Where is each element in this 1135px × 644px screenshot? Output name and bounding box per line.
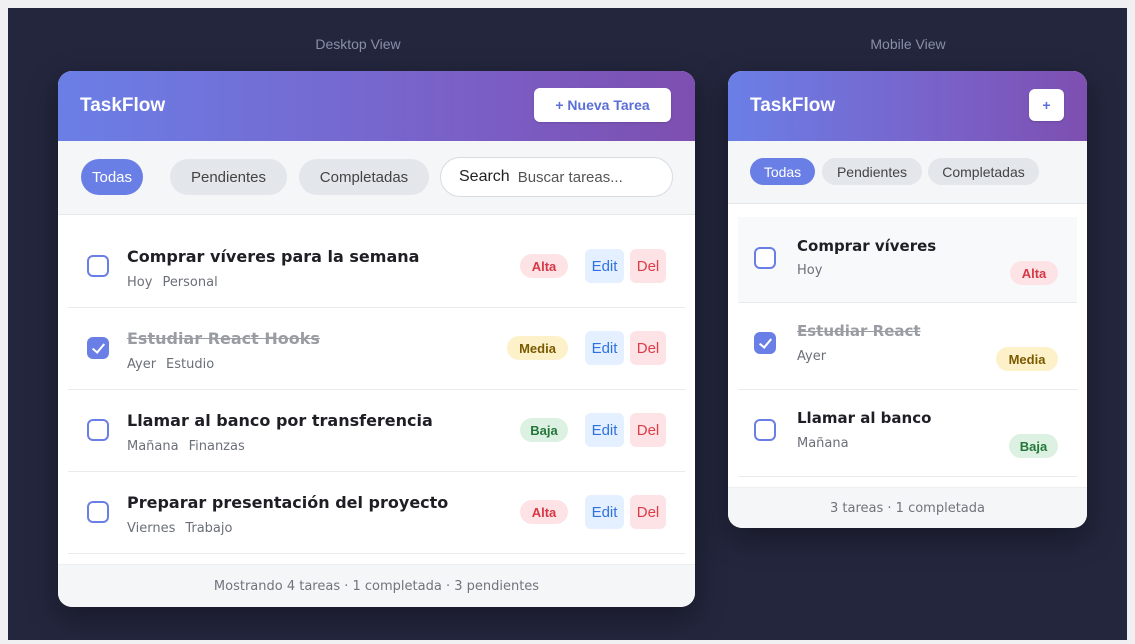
priority-badge: Baja: [520, 418, 568, 442]
task-date: Hoy: [127, 275, 153, 290]
task-meta: Ayer Estudio: [127, 357, 214, 372]
task-category: Personal: [162, 275, 218, 290]
task-title: Comprar víveres: [797, 237, 937, 255]
app-title: TaskFlow: [750, 95, 836, 116]
task-date: Mañana: [797, 436, 849, 451]
task-title: Estudiar React Hooks: [127, 329, 320, 348]
delete-button[interactable]: Del: [630, 495, 666, 529]
task-meta: Hoy Personal: [127, 275, 218, 290]
edit-button[interactable]: Edit: [585, 331, 624, 365]
task-checkbox[interactable]: [754, 419, 776, 441]
task-date: Hoy: [797, 263, 823, 278]
mobile-header: TaskFlow +: [728, 71, 1087, 141]
search-field: Search: [440, 157, 673, 197]
search-label: Search: [459, 168, 510, 185]
mobile-app-card: TaskFlow + Todas Pendientes Completadas …: [728, 71, 1087, 528]
filter-completadas[interactable]: Completadas: [928, 158, 1039, 185]
delete-button[interactable]: Del: [630, 249, 666, 283]
edit-button[interactable]: Edit: [585, 413, 624, 447]
task-checkbox[interactable]: [754, 247, 776, 269]
task-row: Llamar al banco por transferencia Mañana…: [68, 389, 685, 472]
priority-badge: Baja: [1009, 434, 1058, 458]
app-title: TaskFlow: [80, 95, 166, 116]
new-task-button[interactable]: +: [1029, 89, 1064, 121]
task-meta: Mañana Finanzas: [127, 439, 245, 454]
filter-pendientes[interactable]: Pendientes: [822, 158, 922, 185]
task-title: Estudiar React: [797, 322, 921, 340]
task-date: Ayer: [797, 349, 827, 364]
task-checkbox[interactable]: [754, 332, 776, 354]
delete-button[interactable]: Del: [630, 413, 666, 447]
preview-stage: Desktop View Mobile View TaskFlow + Nuev…: [8, 8, 1127, 640]
filter-pendientes[interactable]: Pendientes: [170, 159, 287, 195]
filter-bar: Todas Pendientes Completadas Search: [58, 141, 695, 215]
task-title: Comprar víveres para la semana: [127, 247, 420, 266]
mobile-footer-summary: 3 tareas · 1 completada: [728, 487, 1087, 528]
task-title: Preparar presentación del proyecto: [127, 493, 449, 512]
filter-completadas[interactable]: Completadas: [299, 159, 429, 195]
desktop-view-label: Desktop View: [315, 36, 401, 52]
new-task-button[interactable]: + Nueva Tarea: [534, 88, 671, 122]
task-checkbox[interactable]: [87, 419, 109, 441]
search-input[interactable]: [515, 167, 650, 187]
task-row: Comprar víveres Hoy Alta: [738, 217, 1077, 303]
task-row: Preparar presentación del proyecto Viern…: [68, 471, 685, 554]
task-title: Llamar al banco por transferencia: [127, 411, 433, 430]
task-category: Trabajo: [185, 521, 233, 536]
task-checkbox[interactable]: [87, 501, 109, 523]
mobile-view-label: Mobile View: [870, 36, 946, 52]
task-category: Estudio: [166, 357, 215, 372]
task-row: Llamar al banco Mañana Baja: [738, 389, 1077, 477]
delete-button[interactable]: Del: [630, 331, 666, 365]
priority-badge: Alta: [520, 254, 568, 278]
priority-badge: Alta: [1010, 261, 1058, 285]
task-title: Llamar al banco: [797, 409, 932, 427]
task-meta: Viernes Trabajo: [127, 521, 232, 536]
desktop-app-card: TaskFlow + Nueva Tarea Todas Pendientes …: [58, 71, 695, 607]
filter-todas[interactable]: Todas: [81, 159, 143, 195]
priority-badge: Media: [507, 336, 568, 360]
filter-todas[interactable]: Todas: [750, 158, 815, 185]
task-checkbox[interactable]: [87, 337, 109, 359]
priority-badge: Alta: [520, 500, 568, 524]
desktop-footer-summary: Mostrando 4 tareas · 1 completada · 3 pe…: [58, 564, 695, 607]
task-date: Viernes: [127, 521, 176, 536]
task-category: Finanzas: [188, 439, 245, 454]
priority-badge: Media: [996, 347, 1058, 371]
task-date: Ayer: [127, 357, 157, 372]
edit-button[interactable]: Edit: [585, 495, 624, 529]
task-checkbox[interactable]: [87, 255, 109, 277]
task-date: Mañana: [127, 439, 179, 454]
edit-button[interactable]: Edit: [585, 249, 624, 283]
desktop-header: TaskFlow + Nueva Tarea: [58, 71, 695, 141]
filter-bar: Todas Pendientes Completadas: [728, 141, 1087, 204]
task-row: Estudiar React Hooks Ayer Estudio Media E…: [68, 307, 685, 390]
task-row: Estudiar React Ayer Media: [738, 302, 1077, 390]
task-row: Comprar víveres para la semana Hoy Person…: [68, 225, 685, 308]
